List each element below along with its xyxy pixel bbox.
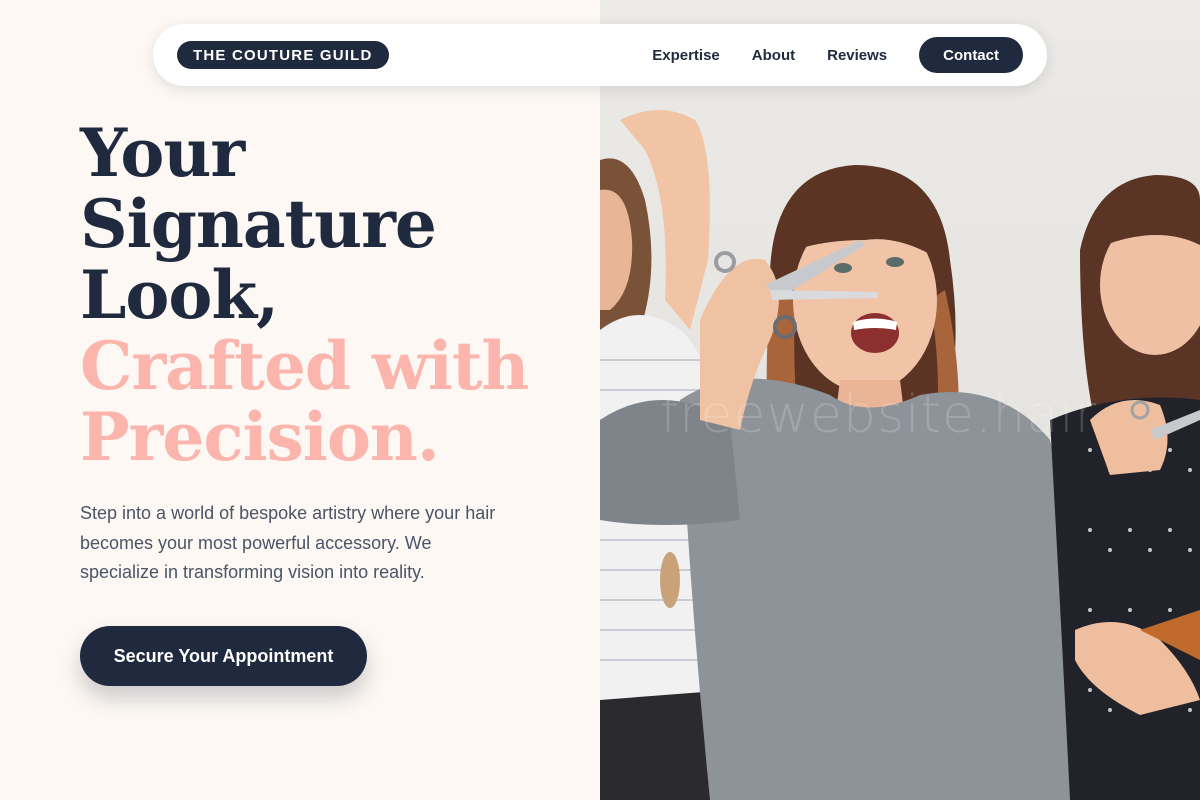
nav-link-about[interactable]: About: [752, 47, 795, 64]
salon-team-photo: [600, 110, 1200, 800]
headline-line: Look,: [80, 256, 279, 334]
hero-description: Step into a world of bespoke artistry wh…: [80, 503, 496, 582]
headline-accent-line: Precision.: [80, 398, 440, 476]
secure-appointment-button[interactable]: Secure Your Appointment: [80, 626, 367, 686]
top-navigation: THE COUTURE GUILD Expertise About Review…: [153, 24, 1047, 86]
brand-logo[interactable]: THE COUTURE GUILD: [177, 41, 389, 69]
headline-line: Your: [80, 114, 245, 192]
headline-accent-line: Crafted with: [80, 327, 529, 405]
contact-button[interactable]: Contact: [919, 37, 1023, 73]
nav-link-reviews[interactable]: Reviews: [827, 47, 887, 64]
nav-link-expertise[interactable]: Expertise: [652, 47, 720, 64]
nav-links: Expertise About Reviews Contact: [652, 37, 1023, 73]
hero-headline: Your Signature Look, Crafted with Precis…: [80, 118, 580, 473]
headline-line: Signature: [80, 185, 437, 263]
hero-photo-pane: freewebsite.hair: [600, 0, 1200, 800]
